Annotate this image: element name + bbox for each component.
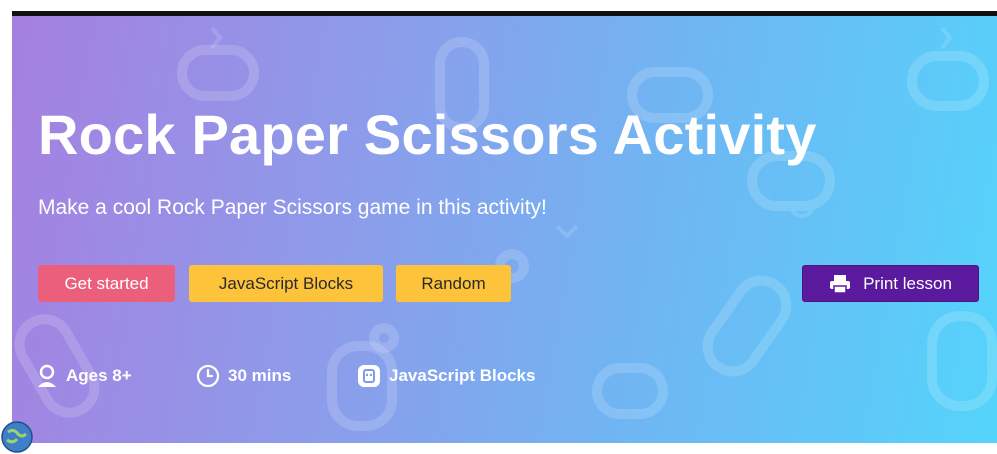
random-button[interactable]: Random <box>396 265 511 302</box>
page-title: Rock Paper Scissors Activity <box>38 103 817 166</box>
hero-banner: Rock Paper Scissors Activity Make a cool… <box>12 16 997 443</box>
meta-duration: 30 mins <box>196 362 291 390</box>
page-subtitle: Make a cool Rock Paper Scissors game in … <box>38 196 547 219</box>
clock-icon <box>196 364 220 388</box>
globe-icon[interactable] <box>0 420 34 454</box>
javascript-blocks-button[interactable]: JavaScript Blocks <box>189 265 383 302</box>
print-lesson-button[interactable]: Print lesson <box>802 265 979 302</box>
get-started-button[interactable]: Get started <box>38 265 175 302</box>
ages-label: Ages 8+ <box>66 366 132 385</box>
person-icon <box>38 364 56 387</box>
meta-editor: JavaScript Blocks <box>357 362 535 390</box>
meta-ages: Ages 8+ <box>36 362 132 390</box>
editor-label: JavaScript Blocks <box>389 366 536 385</box>
duration-label: 30 mins <box>228 366 292 385</box>
print-lesson-label: Print lesson <box>863 273 952 293</box>
editor-icon <box>358 365 380 387</box>
left-margin <box>0 0 12 443</box>
printer-icon <box>830 274 851 294</box>
